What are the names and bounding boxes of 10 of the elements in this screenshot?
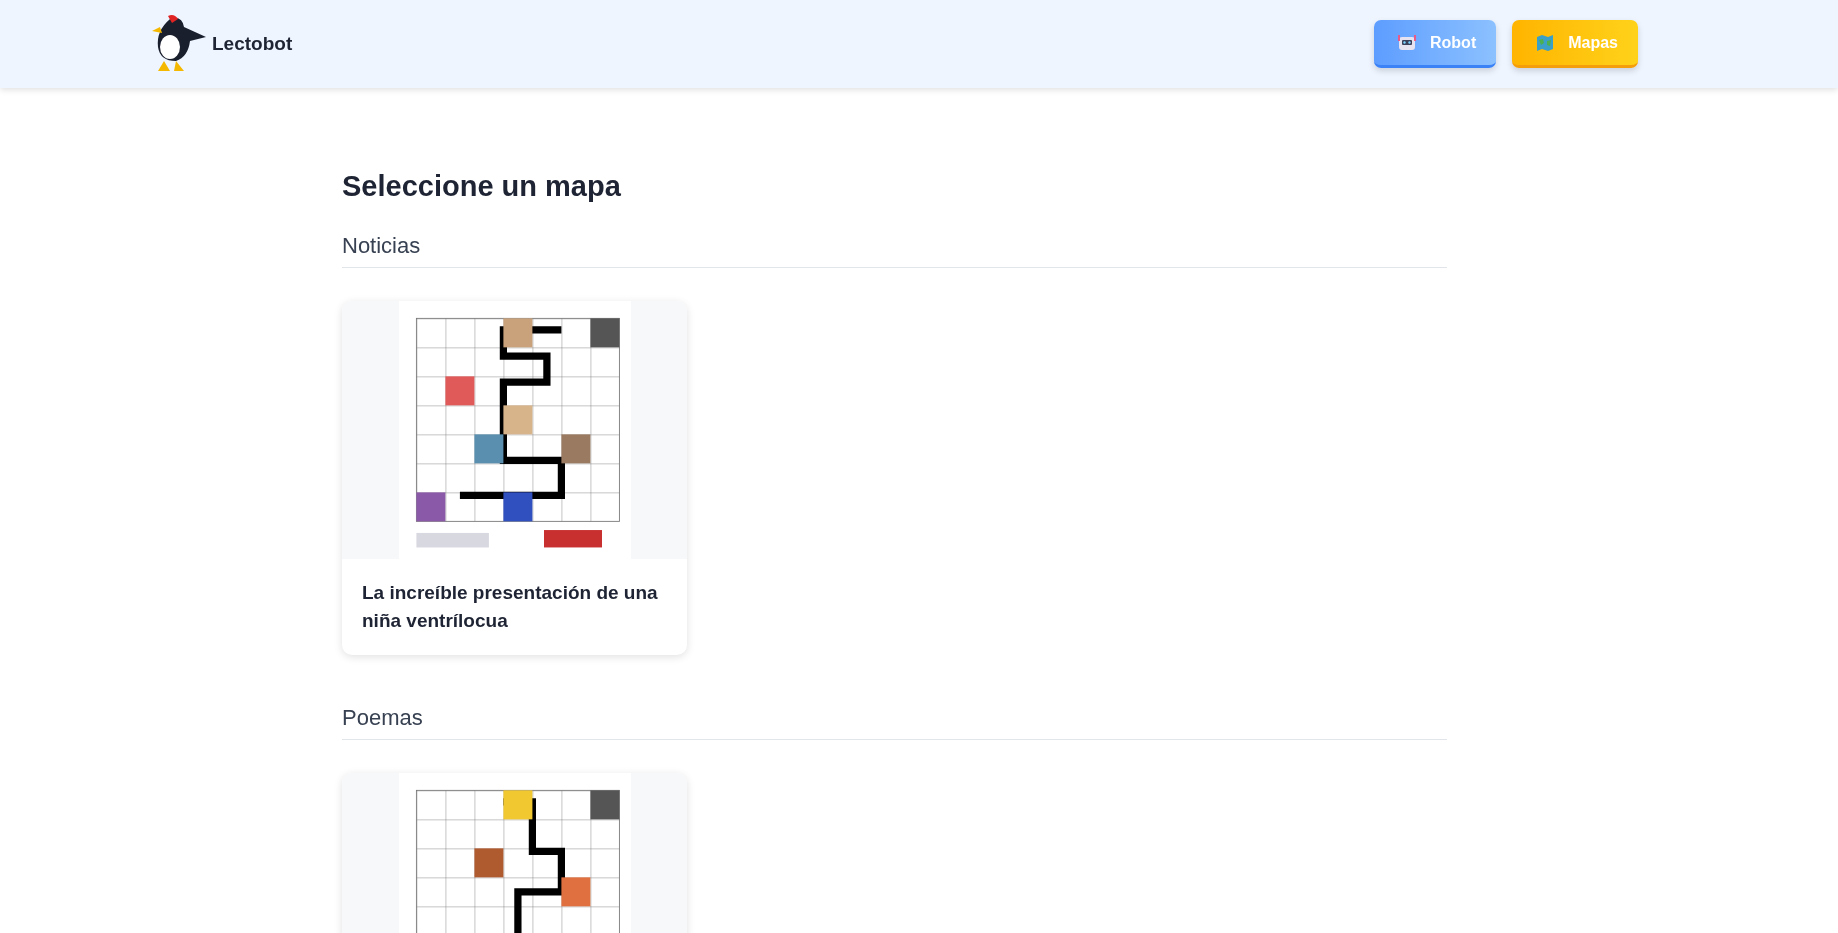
logo-text: Lectobot bbox=[212, 33, 293, 55]
page-title: Seleccione un mapa bbox=[342, 170, 622, 203]
map-title: La increíble presentación de una niña ventrílocua bbox=[361, 581, 659, 633]
map-icon bbox=[1536, 34, 1555, 51]
map-nav-button[interactable]: Mapas bbox=[1512, 20, 1638, 68]
robot-nav-button[interactable]: Robot bbox=[1374, 20, 1497, 68]
map-card[interactable]: La increíble presentación de una niña ventrílocua bbox=[342, 301, 687, 655]
robot-icon bbox=[1398, 34, 1416, 51]
section-heading: Poemas bbox=[342, 705, 1447, 740]
section-heading: Noticias bbox=[342, 233, 1447, 268]
